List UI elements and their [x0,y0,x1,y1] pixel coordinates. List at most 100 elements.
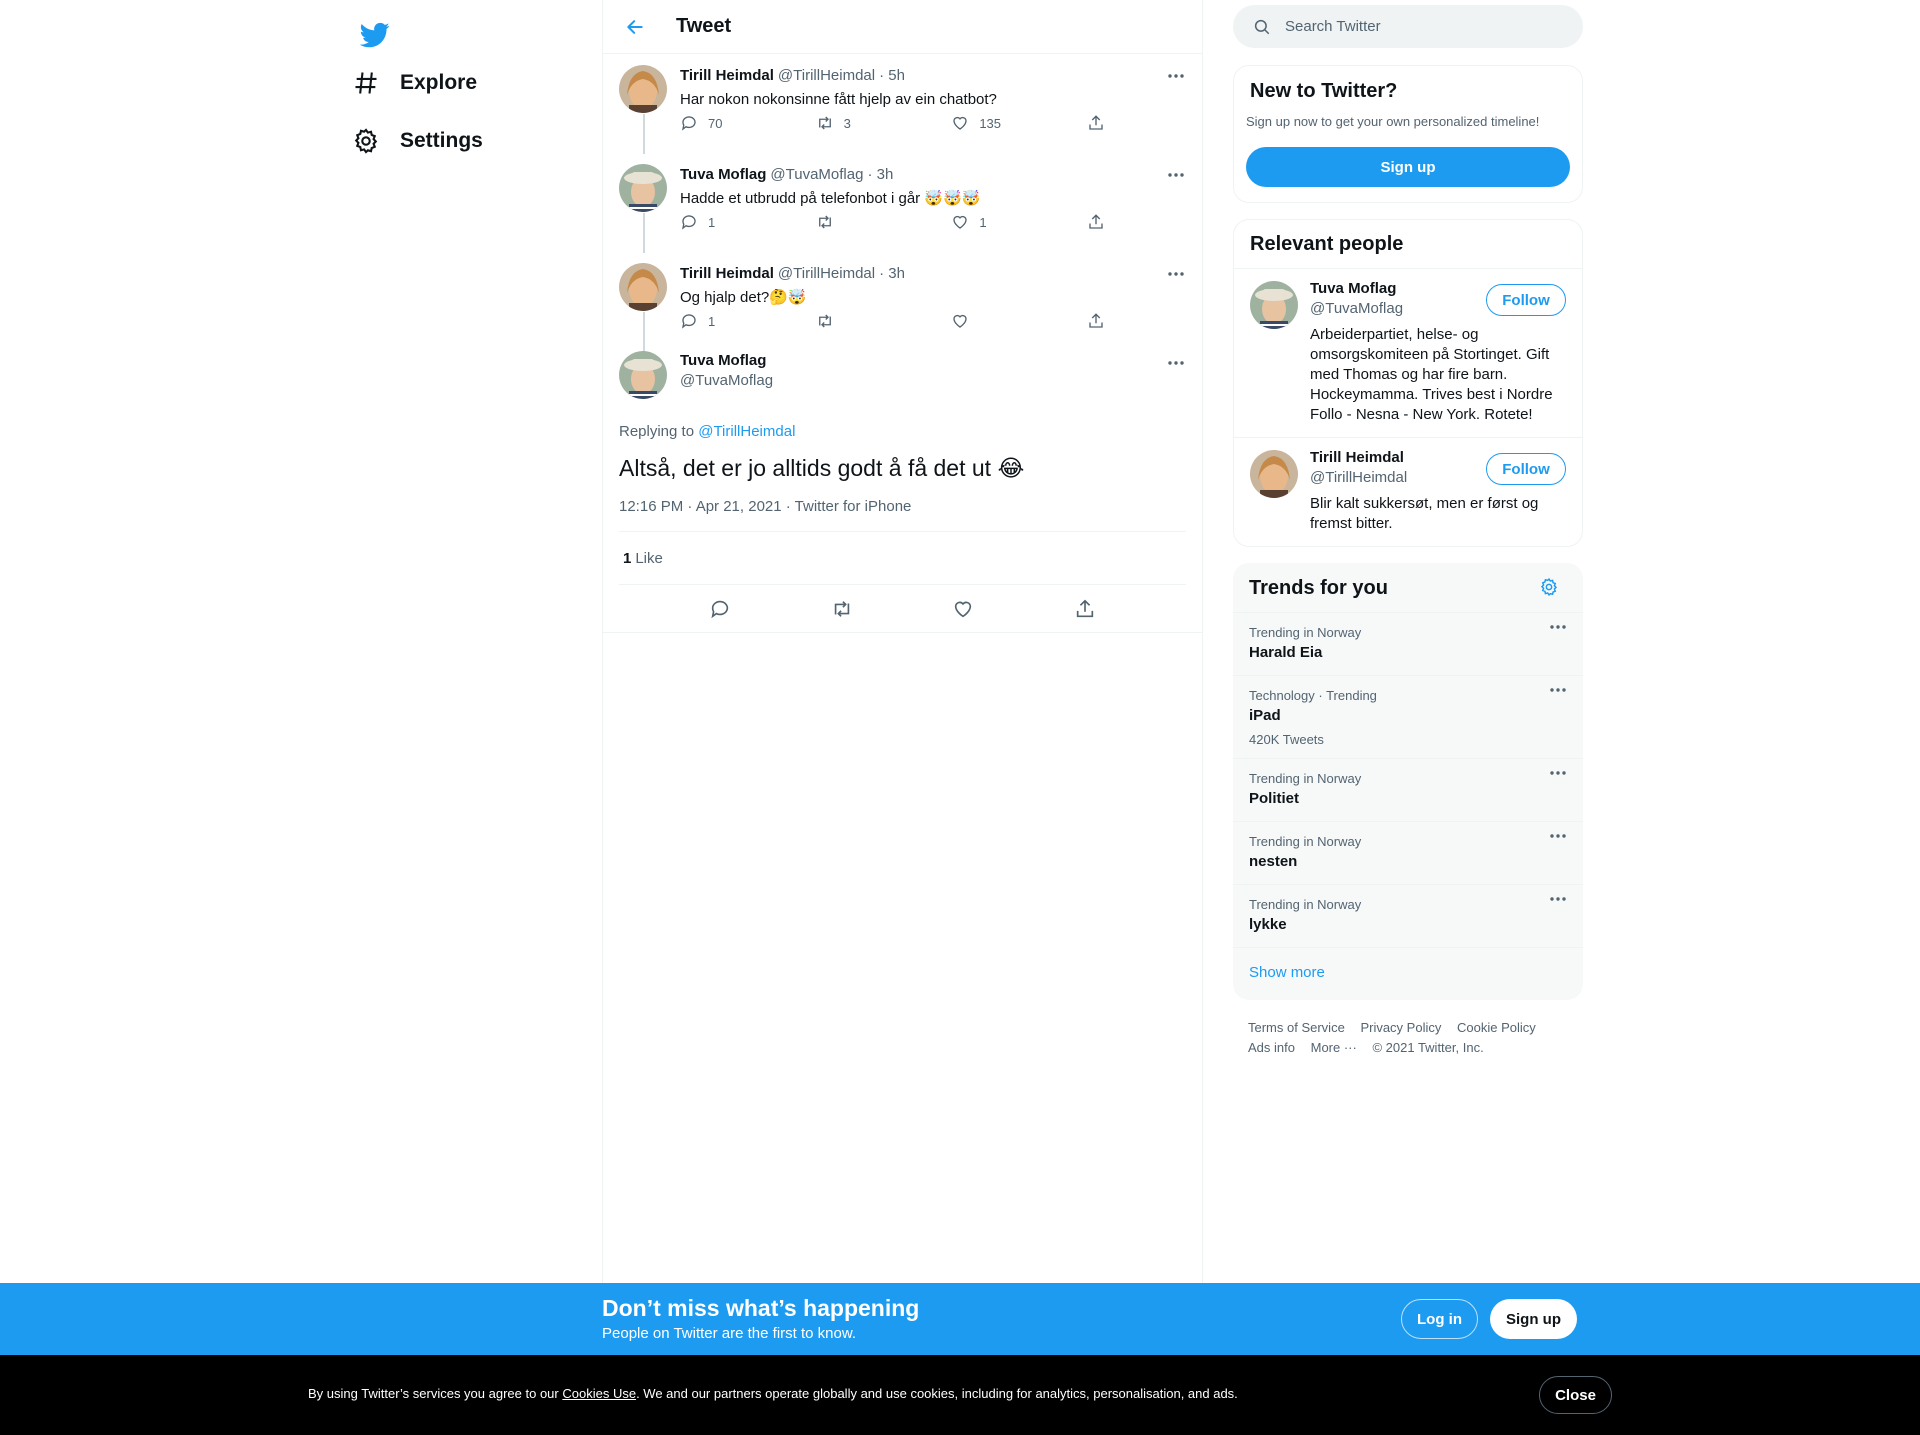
avatar[interactable] [1250,281,1298,329]
share-icon[interactable] [1087,312,1105,330]
heart-icon [951,114,969,132]
like-button[interactable] [951,312,1011,330]
relevant-people-card: Relevant people Tuva Moflag @TuvaMoflag … [1233,219,1583,547]
more-icon[interactable] [1549,625,1567,629]
footer-link[interactable]: Cookie Policy [1457,1018,1536,1038]
nav-settings[interactable]: Settings [350,115,495,167]
person-item[interactable]: Tuva Moflag @TuvaMoflag Follow Arbeiderp… [1234,269,1582,437]
more-icon[interactable] [1549,897,1567,901]
more-icon[interactable] [1166,264,1186,284]
avatar[interactable] [1250,450,1298,498]
author-name[interactable]: Tirill Heimdal [680,66,774,86]
share-icon[interactable] [1087,114,1105,132]
tweet-time[interactable]: · 3h [879,264,905,284]
retweet-button[interactable] [816,213,876,231]
show-more-link[interactable]: Show more [1249,964,1325,981]
trend-context: Technology · Trending [1249,688,1377,703]
author-name[interactable]: Tuva Moflag [680,351,773,371]
replying-to: Replying to @TirillHeimdal [619,423,1186,440]
login-button[interactable]: Log in [1401,1299,1478,1339]
retweet-icon[interactable] [824,591,860,627]
more-icon[interactable] [1166,353,1186,373]
thread-tweet[interactable]: Tirill Heimdal @TirillHeimdal · 5h Har n… [603,54,1202,154]
author-handle[interactable]: @TuvaMoflag [770,165,863,185]
more-icon[interactable] [1549,834,1567,838]
author-name[interactable]: Tuva Moflag [680,165,766,185]
trend-item[interactable]: Trending in Norway nesten [1233,822,1583,885]
like-count: 1 [979,214,987,230]
share-icon[interactable] [1067,591,1103,627]
reply-button[interactable]: 1 [680,213,740,231]
nav-settings-label: Settings [400,129,483,152]
retweet-icon [816,213,834,231]
tweet-time[interactable]: · 5h [879,66,905,86]
retweet-button[interactable]: 3 [816,114,876,132]
focused-tweet: Tuva Moflag @TuvaMoflag Replying to @Tir… [603,351,1202,632]
trend-item[interactable]: Technology · Trending iPad 420K Tweets [1233,676,1583,759]
promo-bar: Don’t miss what’s happening People on Tw… [0,1283,1920,1355]
tweet-meta[interactable]: 12:16 PM · Apr 21, 2021 · Twitter for iP… [619,498,1186,532]
nav-explore[interactable]: Explore [350,57,489,109]
arrow-left-icon[interactable] [617,9,653,45]
heart-icon [951,312,969,330]
person-name[interactable]: Tuva Moflag [1310,279,1403,299]
person-bio: Arbeiderpartiet, helse- og omsorgskomite… [1310,326,1553,423]
footer-link[interactable]: Ads info [1248,1038,1295,1058]
trend-item[interactable]: Trending in Norway Harald Eia [1233,613,1583,676]
retweet-button[interactable] [816,312,876,330]
author-handle[interactable]: @TirillHeimdal [778,66,875,86]
person-name[interactable]: Tirill Heimdal [1310,448,1407,468]
search-input[interactable] [1285,18,1545,35]
more-icon[interactable] [1549,771,1567,775]
twitter-bird-icon[interactable] [350,10,400,60]
footer-link[interactable]: Privacy Policy [1360,1018,1441,1038]
person-handle[interactable]: @TirillHeimdal [1310,468,1407,488]
trend-topic: iPad [1249,707,1281,724]
cookies-use-link[interactable]: Cookies Use [562,1386,636,1401]
avatar[interactable] [619,164,667,212]
cookie-suffix: . We and our partners operate globally a… [636,1386,1238,1401]
like-button[interactable]: 135 [951,114,1011,132]
author-handle[interactable]: @TuvaMoflag [680,371,773,391]
replying-to-link[interactable]: @TirillHeimdal [698,423,795,440]
tweet-time[interactable]: · 3h [867,165,893,185]
avatar[interactable] [619,65,667,113]
heart-icon[interactable] [945,591,981,627]
trend-item[interactable]: Trending in Norway lykke [1233,885,1583,948]
reply-count: 1 [708,214,716,230]
share-icon[interactable] [1087,213,1105,231]
close-button[interactable]: Close [1539,1376,1612,1414]
author-name[interactable]: Tirill Heimdal [680,264,774,284]
footer-link[interactable]: Terms of Service [1248,1018,1345,1038]
more-icon[interactable] [1166,66,1186,86]
trend-item[interactable]: Trending in Norway Politiet [1233,759,1583,822]
footer-link[interactable]: More ··· [1311,1038,1357,1058]
more-icon[interactable] [1166,165,1186,185]
thread-tweet[interactable]: Tuva Moflag @TuvaMoflag · 3h Hadde et ut… [603,153,1202,253]
tweet-actions [619,585,1186,632]
author-handle[interactable]: @TirillHeimdal [778,264,875,284]
like-button[interactable]: 1 [951,213,1011,231]
follow-button[interactable]: Follow [1486,453,1566,485]
reply-icon[interactable] [702,591,738,627]
reply-icon [680,312,698,330]
person-bio: Blir kalt sukkersøt, men er først og fre… [1310,495,1539,532]
avatar[interactable] [619,351,667,399]
footer-links: Terms of Service Privacy Policy Cookie P… [1248,1018,1578,1058]
avatar[interactable] [619,263,667,311]
reply-button[interactable]: 70 [680,114,740,132]
like-stats[interactable]: 1 Like [619,532,1186,585]
thread-tweet[interactable]: Tirill Heimdal @TirillHeimdal · 3h Og hj… [603,252,1202,352]
person-handle[interactable]: @TuvaMoflag [1310,299,1403,319]
follow-button[interactable]: Follow [1486,284,1566,316]
person-item[interactable]: Tirill Heimdal @TirillHeimdal Follow Bli… [1234,438,1582,546]
signup-button[interactable]: Sign up [1490,1299,1577,1339]
trends-card: Trends for you Trending in Norway Harald… [1233,563,1583,1000]
more-icon[interactable] [1549,688,1567,692]
retweet-icon [816,312,834,330]
reply-button[interactable]: 1 [680,312,740,330]
gear-icon[interactable] [1539,577,1559,597]
signup-button[interactable]: Sign up [1246,147,1570,187]
main-column: Tweet Tirill Heimdal @TirillHeimdal · 5h… [602,0,1203,1283]
search-box[interactable] [1233,5,1583,48]
